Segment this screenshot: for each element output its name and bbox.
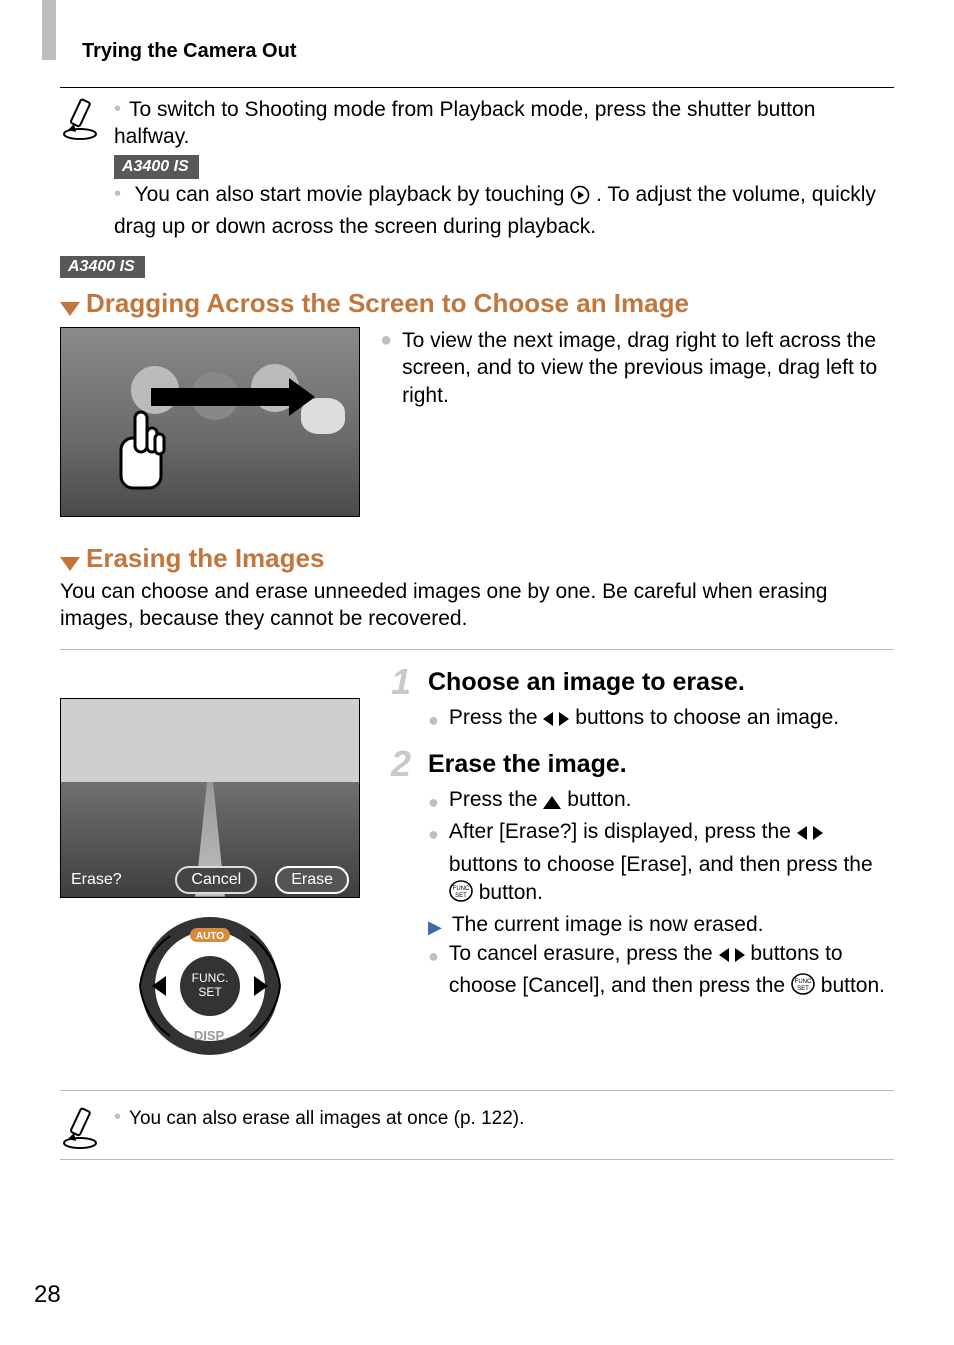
dial-auto-label: AUTO (196, 931, 224, 942)
model-badge: A3400 IS (114, 155, 199, 180)
screen-erase-button[interactable]: Erase (275, 866, 349, 894)
step-1-number: 1 (384, 664, 418, 700)
dial-set-label: SET (198, 985, 222, 999)
left-right-arrows-icon (797, 822, 823, 850)
left-right-arrows-icon (543, 708, 569, 736)
triangle-marker-icon (60, 557, 80, 571)
step-1-bullet-1: ● Press the buttons to choose an image. (428, 704, 894, 736)
bullet-icon: ● (380, 327, 392, 409)
divider (60, 1090, 894, 1091)
play-in-circle-icon (570, 185, 590, 212)
section2-intro: You can choose and erase unneeded images… (60, 578, 894, 633)
step-2-bullet-3: ▶ The current image is now erased. (428, 911, 894, 939)
s2b2-post: button. (479, 881, 543, 904)
up-arrow-icon (543, 790, 561, 818)
s1b1-pre: Press the (449, 706, 544, 729)
bullet-icon: ● (428, 822, 439, 846)
tip-block-1: To switch to Shooting mode from Playback… (60, 96, 894, 240)
side-tab (42, 0, 56, 60)
tip1-line2-pre: You can also start movie playback by tou… (134, 183, 570, 206)
pencil-icon (60, 96, 100, 140)
hand-pointer-icon (111, 408, 171, 498)
step-2-bullet-1: ● Press the button. (428, 786, 894, 818)
bullet-icon: ● (428, 944, 439, 968)
step-2-bullet-2: ● After [Erase?] is displayed, press the… (428, 818, 894, 911)
s2b2-pre: After [Erase?] is displayed, press the (449, 820, 797, 843)
bullet-icon: ● (428, 708, 439, 732)
tip1-line1: To switch to Shooting mode from Playback… (114, 96, 894, 151)
pencil-icon (60, 1105, 100, 1149)
section1-body: ● To view the next image, drag right to … (380, 327, 894, 409)
control-dial-illustration: FUNC. SET AUTO DISP. (120, 916, 300, 1056)
drag-illustration (60, 327, 360, 517)
bullet-icon: ● (428, 790, 439, 814)
svg-text:SET: SET (455, 893, 467, 899)
dial-func-label: FUNC. (192, 971, 229, 985)
s1b1-post: buttons to choose an image. (575, 706, 839, 729)
divider (60, 649, 894, 650)
svg-text:FUNC: FUNC (453, 886, 470, 892)
func-set-button-icon: FUNCSET (791, 972, 815, 1004)
page-title: Trying the Camera Out (82, 40, 894, 63)
section2-title: Erasing the Images (86, 543, 324, 574)
step-2-number: 2 (384, 746, 418, 782)
model-badge-2: A3400 IS (60, 256, 145, 278)
s2b1-post: button. (567, 788, 631, 811)
left-right-arrows-icon (719, 944, 745, 972)
screen-cancel-button[interactable]: Cancel (175, 866, 257, 894)
s2b4-post: button. (821, 974, 885, 997)
section1-body-text: To view the next image, drag right to le… (402, 327, 894, 409)
svg-text:FUNC: FUNC (795, 979, 812, 985)
s2b1-pre: Press the (449, 788, 544, 811)
step-2-bullet-4: ● To cancel erasure, press the buttons t… (428, 940, 894, 1005)
tip2-text: You can also erase all images at once (p… (114, 1105, 894, 1132)
svg-text:SET: SET (797, 986, 809, 992)
screen-prompt: Erase? (71, 871, 122, 889)
arrow-right-icon (151, 388, 291, 406)
step-1-title: Choose an image to erase. (428, 668, 745, 697)
tip-block-2: You can also erase all images at once (p… (60, 1105, 894, 1149)
divider (60, 1159, 894, 1160)
section1-title: Dragging Across the Screen to Choose an … (86, 288, 689, 319)
triangle-marker-icon (60, 302, 80, 316)
result-arrow-icon: ▶ (428, 915, 442, 939)
section2-heading: Erasing the Images (60, 543, 894, 574)
s2b4-pre: To cancel erasure, press the (449, 942, 719, 965)
camera-screen-illustration: Erase? Cancel Erase (60, 698, 360, 898)
divider (60, 87, 894, 88)
s2b2-mid: buttons to choose [Erase], and then pres… (449, 853, 873, 876)
func-set-button-icon: FUNCSET (449, 879, 473, 911)
tip1-line2: You can also start movie playback by tou… (114, 181, 894, 240)
section1-heading: Dragging Across the Screen to Choose an … (60, 288, 894, 319)
dial-disp-label: DISP. (194, 1028, 226, 1043)
page-number: 28 (34, 1281, 61, 1309)
s2b3: The current image is now erased. (452, 911, 764, 939)
step-2-title: Erase the image. (428, 750, 627, 779)
